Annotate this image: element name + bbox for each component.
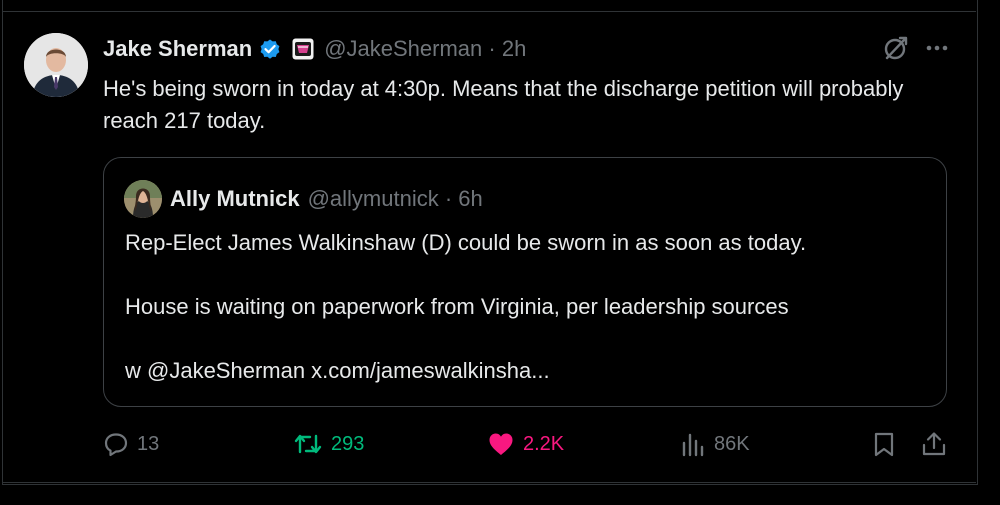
- quoted-author-avatar[interactable]: [124, 180, 162, 218]
- reply-count: 13: [137, 432, 160, 455]
- like-count: 2.2K: [523, 432, 565, 455]
- quoted-author-handle[interactable]: @allymutnick · 6h: [308, 186, 483, 212]
- quoted-tweet-time[interactable]: · 6h: [445, 186, 483, 211]
- quoted-text-line-1: Rep-Elect James Walkinshaw (D) could be …: [125, 230, 807, 255]
- views-count: 86K: [714, 432, 750, 455]
- like-button[interactable]: 2.2K: [487, 428, 564, 460]
- repost-button[interactable]: 293: [293, 428, 364, 460]
- bookmark-icon: [871, 431, 897, 457]
- author-handle[interactable]: @JakeSherman · 2h: [324, 36, 526, 62]
- repost-icon: [293, 431, 323, 457]
- more-icon[interactable]: [924, 35, 950, 61]
- quoted-tweet-header: Ally Mutnick @allymutnick · 6h: [124, 180, 483, 218]
- author-avatar-image: [24, 33, 88, 97]
- quoted-text-line-3: w @JakeSherman x.com/jameswalkinsha...: [125, 358, 550, 383]
- grok-icon[interactable]: [882, 34, 910, 62]
- quoted-tweet[interactable]: Ally Mutnick @allymutnick · 6h Rep-Elect…: [103, 157, 947, 407]
- tweet-text: He's being sworn in today at 4:30p. Mean…: [103, 76, 904, 133]
- header-actions: [882, 34, 950, 62]
- author-name[interactable]: Jake Sherman: [103, 36, 252, 62]
- heart-icon: [487, 431, 515, 457]
- reply-icon: [103, 431, 129, 457]
- quoted-author-avatar-image: [124, 180, 162, 218]
- affiliation-badge-icon[interactable]: [292, 38, 314, 60]
- action-bar: 13 293 2.2K 86K: [103, 428, 953, 460]
- share-icon: [921, 431, 947, 457]
- views-button[interactable]: 86K: [680, 428, 750, 460]
- tweet-time[interactable]: · 2h: [488, 36, 526, 61]
- author-handle-text[interactable]: @JakeSherman: [324, 36, 482, 61]
- bookmark-button[interactable]: [871, 428, 897, 460]
- bottom-divider: [2, 482, 976, 483]
- quoted-author-name[interactable]: Ally Mutnick: [170, 186, 300, 212]
- quoted-text-line-2: House is waiting on paperwork from Virgi…: [125, 294, 789, 319]
- share-button[interactable]: [921, 428, 947, 460]
- verified-badge-icon: [258, 37, 282, 61]
- author-avatar[interactable]: [24, 33, 88, 97]
- tweet-header: Jake Sherman @JakeSherman · 2h: [103, 34, 526, 64]
- repost-count: 293: [331, 432, 365, 455]
- reply-button[interactable]: 13: [103, 428, 159, 460]
- quoted-author-handle-text[interactable]: @allymutnick: [308, 186, 439, 211]
- views-icon: [680, 431, 706, 457]
